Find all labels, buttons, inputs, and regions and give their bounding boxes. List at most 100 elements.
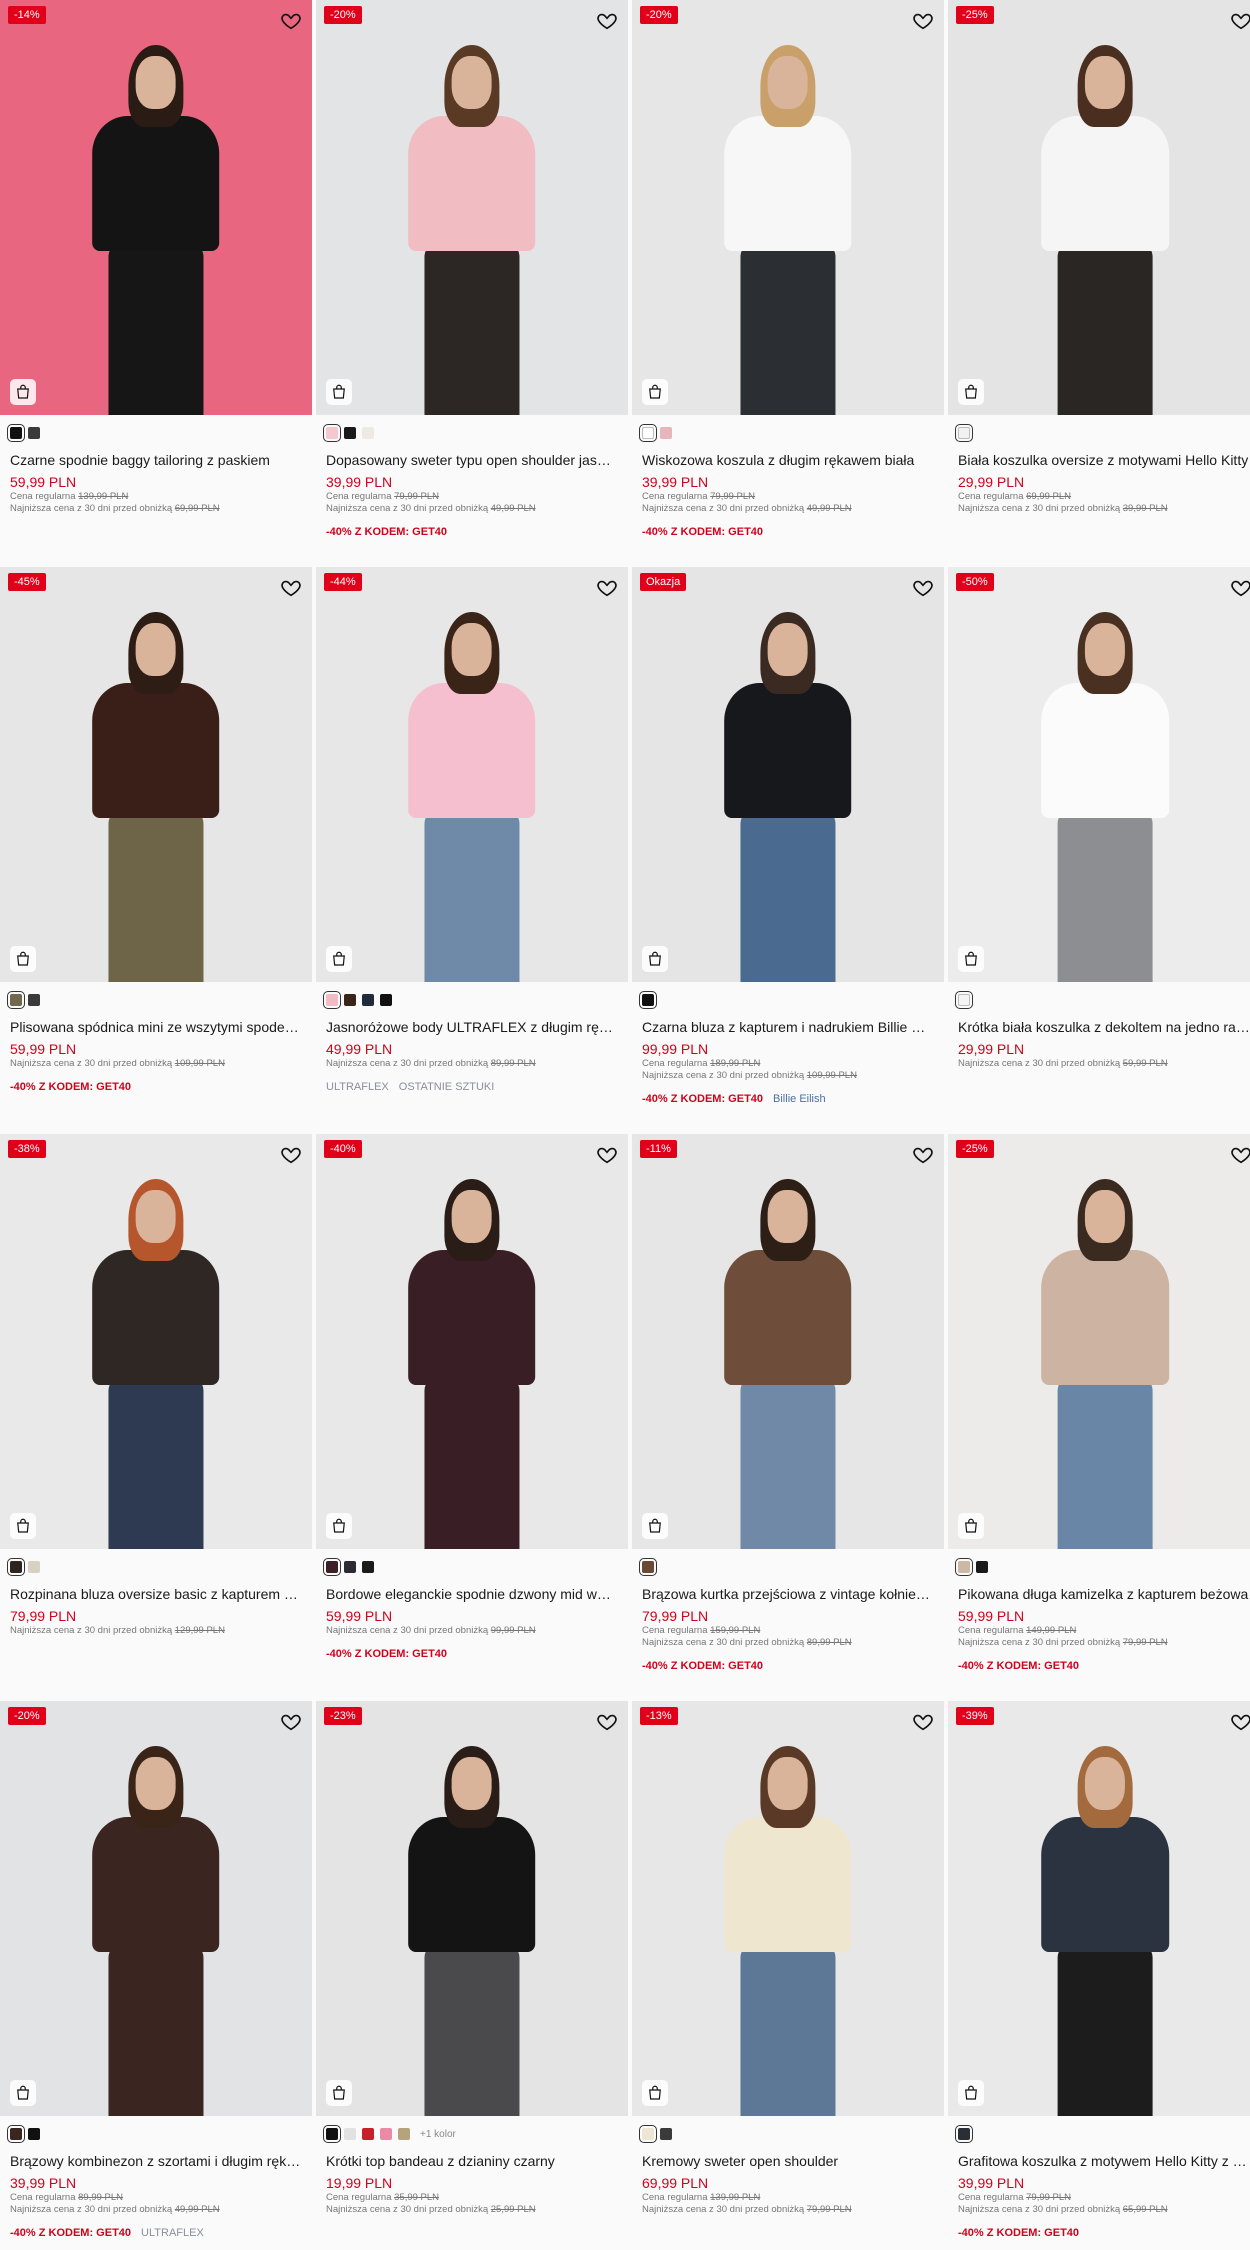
- color-swatch[interactable]: [344, 994, 356, 1006]
- color-swatch[interactable]: [323, 424, 341, 442]
- product-image[interactable]: -11%: [632, 1134, 944, 1549]
- shopping-bag-icon[interactable]: [958, 379, 984, 405]
- shopping-bag-icon[interactable]: [10, 2080, 36, 2106]
- product-name[interactable]: Rozpinana bluza oversize basic z kapture…: [10, 1585, 302, 1603]
- heart-icon[interactable]: [280, 1711, 302, 1733]
- color-swatch[interactable]: [28, 427, 40, 439]
- product-image[interactable]: -23%: [316, 1701, 628, 2116]
- shopping-bag-icon[interactable]: [10, 379, 36, 405]
- product-name[interactable]: Plisowana spódnica mini ze wszytymi spod…: [10, 1018, 302, 1036]
- more-colors-label[interactable]: +1 kolor: [420, 2129, 456, 2140]
- color-swatch[interactable]: [344, 427, 356, 439]
- heart-icon[interactable]: [596, 1711, 618, 1733]
- shopping-bag-icon[interactable]: [326, 946, 352, 972]
- color-swatch[interactable]: [955, 991, 973, 1009]
- product-name[interactable]: Biała koszulka oversize z motywami Hello…: [958, 451, 1250, 469]
- shopping-bag-icon[interactable]: [642, 379, 668, 405]
- color-swatch[interactable]: [398, 2128, 410, 2140]
- product-image[interactable]: -40%: [316, 1134, 628, 1549]
- color-swatch[interactable]: [660, 2128, 672, 2140]
- product-card[interactable]: -45% Plisowana spódnica mini ze wszytymi…: [0, 567, 312, 1134]
- shopping-bag-icon[interactable]: [958, 946, 984, 972]
- shopping-bag-icon[interactable]: [642, 1513, 668, 1539]
- color-swatch[interactable]: [7, 2125, 25, 2143]
- product-card[interactable]: Okazja Czarna bluza z kapturem i nadruki…: [632, 567, 944, 1134]
- color-swatch[interactable]: [344, 2128, 356, 2140]
- color-swatch[interactable]: [639, 1558, 657, 1576]
- product-image[interactable]: -50%: [948, 567, 1250, 982]
- product-name[interactable]: Dopasowany sweter typu open shoulder jas…: [326, 451, 618, 469]
- color-swatch[interactable]: [639, 424, 657, 442]
- heart-icon[interactable]: [1230, 10, 1250, 32]
- color-swatch[interactable]: [362, 427, 374, 439]
- shopping-bag-icon[interactable]: [958, 1513, 984, 1539]
- heart-icon[interactable]: [596, 577, 618, 599]
- color-swatch[interactable]: [976, 1561, 988, 1573]
- heart-icon[interactable]: [912, 1144, 934, 1166]
- color-swatch[interactable]: [660, 427, 672, 439]
- product-name[interactable]: Grafitowa koszulka z motywem Hello Kitty…: [958, 2152, 1250, 2170]
- heart-icon[interactable]: [280, 1144, 302, 1166]
- product-name[interactable]: Kremowy sweter open shoulder: [642, 2152, 934, 2170]
- product-image[interactable]: -14%: [0, 0, 312, 415]
- heart-icon[interactable]: [280, 577, 302, 599]
- color-swatch[interactable]: [344, 1561, 356, 1573]
- product-card[interactable]: -23% +1 kolor Krótki top bandeau z dzian…: [316, 1701, 628, 2250]
- heart-icon[interactable]: [912, 10, 934, 32]
- product-tag[interactable]: ULTRAFLEX: [141, 2226, 204, 2240]
- color-swatch[interactable]: [955, 1558, 973, 1576]
- heart-icon[interactable]: [912, 1711, 934, 1733]
- color-swatch[interactable]: [323, 1558, 341, 1576]
- product-tag[interactable]: OSTATNIE SZTUKI: [399, 1080, 495, 1094]
- product-card[interactable]: -50% Krótka biała koszulka z dekoltem na…: [948, 567, 1250, 1134]
- color-swatch[interactable]: [380, 994, 392, 1006]
- product-image[interactable]: -25%: [948, 0, 1250, 415]
- product-image[interactable]: -20%: [0, 1701, 312, 2116]
- product-tag[interactable]: Billie Eilish: [773, 1092, 826, 1106]
- product-name[interactable]: Bordowe eleganckie spodnie dzwony mid wa…: [326, 1585, 618, 1603]
- color-swatch[interactable]: [28, 1561, 40, 1573]
- color-swatch[interactable]: [362, 994, 374, 1006]
- shopping-bag-icon[interactable]: [642, 946, 668, 972]
- product-card[interactable]: -14% Czarne spodnie baggy tailoring z pa…: [0, 0, 312, 567]
- product-image[interactable]: Okazja: [632, 567, 944, 982]
- heart-icon[interactable]: [596, 1144, 618, 1166]
- product-name[interactable]: Brązowy kombinezon z szortami i długim r…: [10, 2152, 302, 2170]
- shopping-bag-icon[interactable]: [958, 2080, 984, 2106]
- color-swatch[interactable]: [955, 2125, 973, 2143]
- product-card[interactable]: -39% Grafitowa koszulka z motywem Hello …: [948, 1701, 1250, 2250]
- shopping-bag-icon[interactable]: [326, 1513, 352, 1539]
- heart-icon[interactable]: [1230, 577, 1250, 599]
- product-name[interactable]: Czarna bluza z kapturem i nadrukiem Bill…: [642, 1018, 934, 1036]
- color-swatch[interactable]: [639, 991, 657, 1009]
- product-image[interactable]: -13%: [632, 1701, 944, 2116]
- product-image[interactable]: -20%: [316, 0, 628, 415]
- product-name[interactable]: Czarne spodnie baggy tailoring z paskiem: [10, 451, 302, 469]
- product-name[interactable]: Jasnoróżowe body ULTRAFLEX z długim ręka…: [326, 1018, 618, 1036]
- shopping-bag-icon[interactable]: [10, 946, 36, 972]
- color-swatch[interactable]: [323, 991, 341, 1009]
- product-card[interactable]: -25% Biała koszulka oversize z motywami …: [948, 0, 1250, 567]
- heart-icon[interactable]: [596, 10, 618, 32]
- product-card[interactable]: -13% Kremowy sweter open shoulder 69,99 …: [632, 1701, 944, 2250]
- product-tag[interactable]: ULTRAFLEX: [326, 1080, 389, 1094]
- color-swatch[interactable]: [7, 424, 25, 442]
- product-card[interactable]: -40% Bordowe eleganckie spodnie dzwony m…: [316, 1134, 628, 1701]
- color-swatch[interactable]: [362, 2128, 374, 2140]
- product-card[interactable]: -20% Dopasowany sweter typu open shoulde…: [316, 0, 628, 567]
- product-name[interactable]: Wiskozowa koszula z długim rękawem biała: [642, 451, 934, 469]
- heart-icon[interactable]: [280, 10, 302, 32]
- product-image[interactable]: -25%: [948, 1134, 1250, 1549]
- product-card[interactable]: -44% Jasnoróżowe body ULTRAFLEX z długim…: [316, 567, 628, 1134]
- product-image[interactable]: -44%: [316, 567, 628, 982]
- product-name[interactable]: Krótki top bandeau z dzianiny czarny: [326, 2152, 618, 2170]
- color-swatch[interactable]: [639, 2125, 657, 2143]
- product-image[interactable]: -39%: [948, 1701, 1250, 2116]
- product-card[interactable]: -25% Pikowana długa kamizelka z kapturem…: [948, 1134, 1250, 1701]
- shopping-bag-icon[interactable]: [326, 2080, 352, 2106]
- product-image[interactable]: -45%: [0, 567, 312, 982]
- shopping-bag-icon[interactable]: [642, 2080, 668, 2106]
- heart-icon[interactable]: [1230, 1144, 1250, 1166]
- product-name[interactable]: Brązowa kurtka przejściowa z vintage koł…: [642, 1585, 934, 1603]
- product-card[interactable]: -38% Rozpinana bluza oversize basic z ka…: [0, 1134, 312, 1701]
